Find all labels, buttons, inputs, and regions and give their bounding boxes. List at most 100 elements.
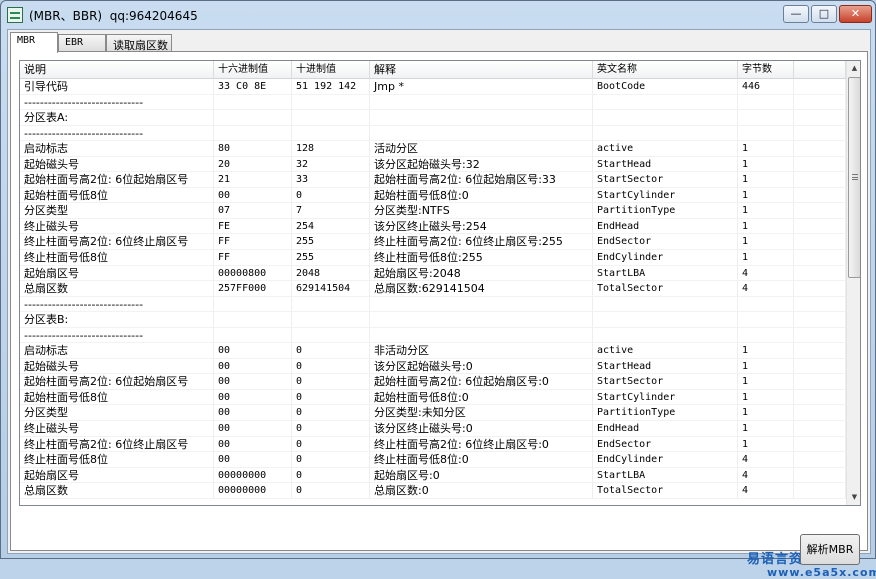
cell-hex: 00 bbox=[214, 421, 292, 437]
cell-english-name: active bbox=[593, 343, 738, 359]
table-row[interactable]: 起始柱面号高2位: 6位起始扇区号 00 0 起始柱面号高2位: 6位起始扇区号:0 S… bbox=[20, 374, 846, 390]
cell-explanation bbox=[370, 94, 593, 111]
column-header-hex[interactable]: 十六进制值 bbox=[214, 61, 292, 79]
cell-hex bbox=[214, 125, 292, 142]
column-header-description[interactable]: 说明 bbox=[20, 61, 214, 79]
table-row[interactable]: 起始柱面号高2位: 6位起始扇区号 21 33 起始柱面号高2位: 6位起始扇区号:3… bbox=[20, 172, 846, 188]
cell-description: 起始扇区号 bbox=[20, 265, 214, 282]
cell-bytes: 1 bbox=[738, 156, 794, 173]
cell-bytes: 4 bbox=[738, 281, 794, 297]
list-header: 说明 十六进制值 十进制值 解释 英文名称 字节数 bbox=[20, 61, 846, 79]
cell-bytes: 1 bbox=[738, 405, 794, 422]
table-row[interactable]: 终止柱面号高2位: 6位终止扇区号 00 0 终止柱面号高2位: 6位终止扇区号:0 E… bbox=[20, 436, 846, 453]
cell-english-name: StartSector bbox=[593, 172, 738, 188]
table-row[interactable]: 分区类型 07 7 分区类型:NTFS PartitionType 1 bbox=[20, 203, 846, 219]
title-bar[interactable]: (MBR、BBR) qq:964204645 — □ ✕ bbox=[1, 1, 875, 29]
cell-hex: 33 C0 8E bbox=[214, 79, 292, 95]
table-row[interactable]: 终止柱面号高2位: 6位终止扇区号 FF 255 终止柱面号高2位: 6位终止扇区号:… bbox=[20, 234, 846, 251]
cell-empty bbox=[794, 218, 846, 235]
cell-explanation: 起始扇区号:0 bbox=[370, 467, 593, 484]
table-row[interactable]: 起始磁头号 20 32 该分区起始磁头号:32 StartHead 1 bbox=[20, 156, 846, 173]
cell-english-name: EndSector bbox=[593, 436, 738, 453]
cell-bytes bbox=[738, 327, 794, 344]
table-row[interactable]: ------------------------------ bbox=[20, 94, 846, 111]
cell-decimal: 2048 bbox=[292, 265, 370, 282]
cell-hex: 257FF000 bbox=[214, 281, 292, 297]
table-row[interactable]: 引导代码 33 C0 8E 51 192 142 Jmp * BootCode 446 bbox=[20, 79, 846, 95]
table-row[interactable]: 总扇区数 257FF000 629141504 总扇区数:629141504 Total… bbox=[20, 281, 846, 297]
table-row[interactable]: 终止柱面号低8位 00 0 终止柱面号低8位:0 EndCylinder 4 bbox=[20, 452, 846, 468]
cell-english-name: EndHead bbox=[593, 421, 738, 437]
cell-empty bbox=[794, 483, 846, 499]
column-header-english-name[interactable]: 英文名称 bbox=[593, 61, 738, 79]
table-row[interactable]: 分区表A: bbox=[20, 110, 846, 126]
cell-english-name: StartLBA bbox=[593, 467, 738, 484]
table-row[interactable]: 启动标志 00 0 非活动分区 active 1 bbox=[20, 343, 846, 359]
cell-description: 引导代码 bbox=[20, 79, 214, 95]
table-row[interactable]: 总扇区数 00000000 0 总扇区数:0 TotalSector 4 bbox=[20, 483, 846, 499]
cell-description: 终止柱面号高2位: 6位终止扇区号 bbox=[20, 436, 214, 453]
cell-empty bbox=[794, 389, 846, 406]
cell-hex: FF bbox=[214, 250, 292, 266]
cell-bytes: 1 bbox=[738, 172, 794, 188]
cell-explanation bbox=[370, 327, 593, 344]
cell-decimal bbox=[292, 94, 370, 111]
cell-hex: 00 bbox=[214, 405, 292, 422]
cell-decimal: 0 bbox=[292, 389, 370, 406]
table-row[interactable]: 起始柱面号低8位 00 0 起始柱面号低8位:0 StartCylinder 1 bbox=[20, 389, 846, 406]
table-row[interactable]: ------------------------------ bbox=[20, 296, 846, 313]
cell-bytes: 1 bbox=[738, 389, 794, 406]
cell-explanation: 该分区终止磁头号:254 bbox=[370, 218, 593, 235]
table-row[interactable]: 分区类型 00 0 分区类型:未知分区 PartitionType 1 bbox=[20, 405, 846, 422]
cell-empty bbox=[794, 281, 846, 297]
cell-bytes: 1 bbox=[738, 234, 794, 251]
cell-bytes: 1 bbox=[738, 421, 794, 437]
table-row[interactable]: 终止磁头号 00 0 该分区终止磁头号:0 EndHead 1 bbox=[20, 421, 846, 437]
table-row[interactable]: 起始扇区号 00000800 2048 起始扇区号:2048 StartLBA 4 bbox=[20, 265, 846, 282]
tab-mbr[interactable]: MBR bbox=[10, 32, 58, 53]
column-header-explanation[interactable]: 解释 bbox=[370, 61, 593, 79]
cell-decimal: 32 bbox=[292, 156, 370, 173]
close-button[interactable]: ✕ bbox=[839, 5, 872, 23]
scroll-down-icon[interactable]: ▼ bbox=[847, 490, 860, 505]
vertical-scrollbar[interactable]: ▲ ▼ bbox=[846, 61, 860, 505]
cell-hex: FF bbox=[214, 234, 292, 251]
column-header-bytes[interactable]: 字节数 bbox=[738, 61, 794, 79]
cell-hex: 00 bbox=[214, 343, 292, 359]
table-row[interactable]: 终止磁头号 FE 254 该分区终止磁头号:254 EndHead 1 bbox=[20, 218, 846, 235]
table-row[interactable]: 起始磁头号 00 0 该分区起始磁头号:0 StartHead 1 bbox=[20, 358, 846, 375]
cell-empty bbox=[794, 467, 846, 484]
minimize-button[interactable]: — bbox=[783, 5, 809, 23]
cell-english-name: EndHead bbox=[593, 218, 738, 235]
tab-read-sectors[interactable]: 读取扇区数 bbox=[106, 34, 172, 52]
scrollbar-thumb[interactable] bbox=[848, 77, 860, 278]
table-row[interactable]: ------------------------------ bbox=[20, 125, 846, 142]
cell-bytes: 1 bbox=[738, 218, 794, 235]
cell-description: 起始柱面号高2位: 6位起始扇区号 bbox=[20, 172, 214, 188]
cell-description: 起始柱面号低8位 bbox=[20, 389, 214, 406]
cell-decimal bbox=[292, 110, 370, 126]
table-row[interactable]: 终止柱面号低8位 FF 255 终止柱面号低8位:255 EndCylinder 1 bbox=[20, 250, 846, 266]
tab-ebr[interactable]: EBR bbox=[58, 34, 106, 52]
cell-empty bbox=[794, 250, 846, 266]
cell-explanation: 该分区起始磁头号:32 bbox=[370, 156, 593, 173]
list-rows: 引导代码 33 C0 8E 51 192 142 Jmp * BootCode 446 --… bbox=[20, 79, 846, 499]
table-row[interactable]: 起始柱面号低8位 00 0 起始柱面号低8位:0 StartCylinder 1 bbox=[20, 187, 846, 204]
cell-empty bbox=[794, 327, 846, 344]
mbr-list-view[interactable]: 说明 十六进制值 十进制值 解释 英文名称 字节数 引导代码 33 C0 8E 51… bbox=[19, 60, 861, 506]
cell-hex: 07 bbox=[214, 203, 292, 219]
cell-decimal bbox=[292, 125, 370, 142]
column-header-decimal[interactable]: 十进制值 bbox=[292, 61, 370, 79]
cell-empty bbox=[794, 421, 846, 437]
scroll-up-icon[interactable]: ▲ bbox=[847, 61, 860, 76]
cell-decimal: 51 192 142 bbox=[292, 79, 370, 95]
table-row[interactable]: 分区表B: bbox=[20, 312, 846, 328]
table-row[interactable]: ------------------------------ bbox=[20, 327, 846, 344]
cell-english-name: StartHead bbox=[593, 156, 738, 173]
cell-english-name: StartCylinder bbox=[593, 389, 738, 406]
column-header-empty[interactable] bbox=[794, 61, 846, 79]
table-row[interactable]: 起始扇区号 00000000 0 起始扇区号:0 StartLBA 4 bbox=[20, 467, 846, 484]
maximize-button[interactable]: □ bbox=[811, 5, 837, 23]
table-row[interactable]: 启动标志 80 128 活动分区 active 1 bbox=[20, 141, 846, 157]
parse-mbr-button[interactable]: 解析MBR bbox=[800, 534, 860, 565]
